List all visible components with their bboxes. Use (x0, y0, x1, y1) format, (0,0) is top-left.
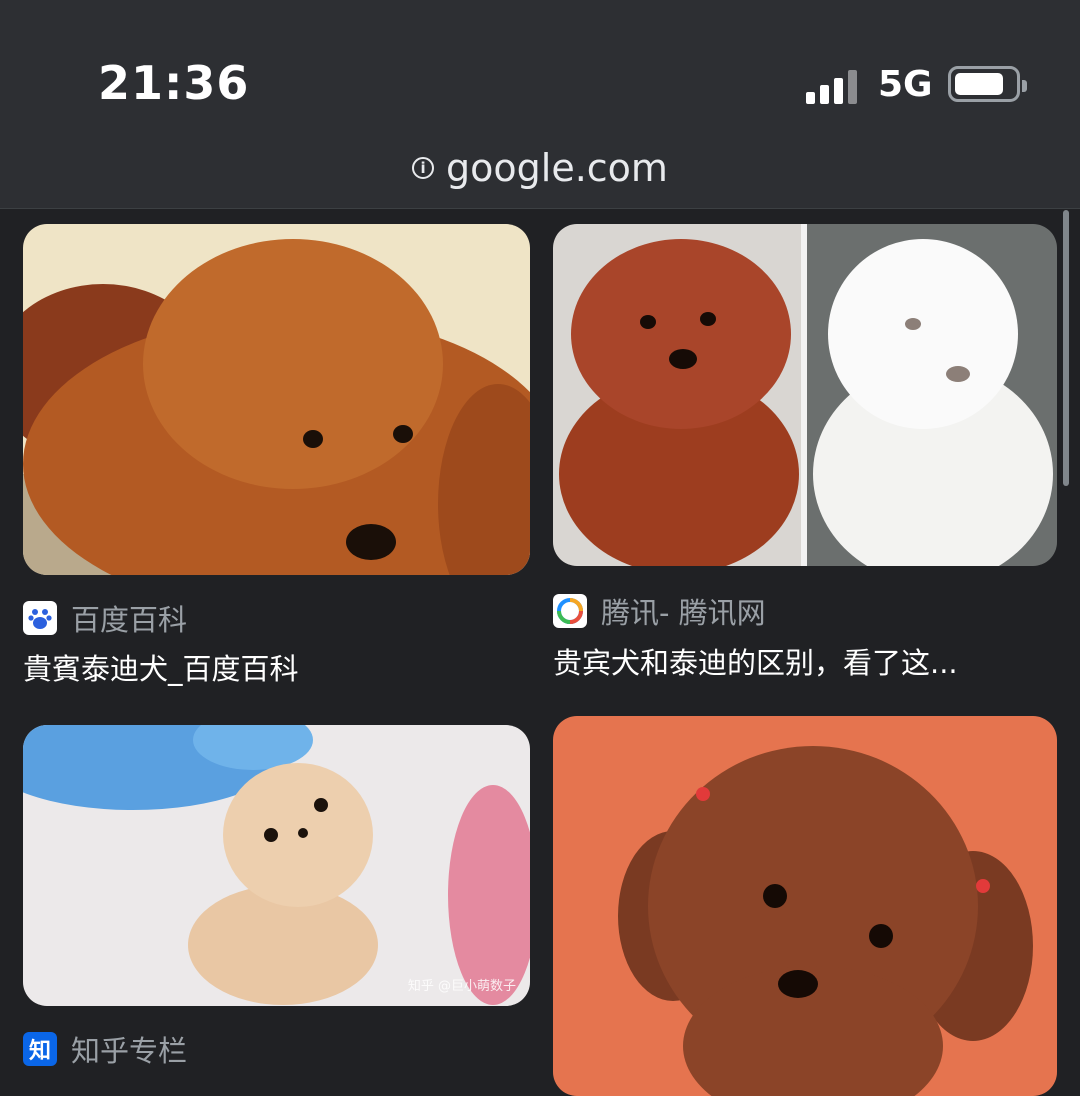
poodle-lying-image (23, 224, 530, 575)
image-watermark: 知乎 @巨小萌数子 (407, 979, 516, 994)
cream-puppy-image (23, 725, 530, 1006)
tencent-news-icon (553, 594, 587, 628)
status-time: 21:36 (98, 56, 250, 110)
result-image-3[interactable]: 知乎 @巨小萌数子 (23, 725, 530, 1006)
status-and-url-bar: 21:36 5G i google.com (0, 0, 1080, 209)
red-and-white-poodle-image (553, 224, 1057, 566)
battery-icon (948, 66, 1027, 102)
source-label: 知乎专栏 (71, 1034, 188, 1068)
cellular-signal-icon (806, 70, 862, 104)
result-title-1[interactable]: 貴賓泰迪犬_百度百科 (23, 646, 523, 688)
result-image-2[interactable] (553, 224, 1057, 566)
source-label: 腾讯- 腾讯网 (601, 596, 766, 630)
network-type: 5G (878, 64, 933, 105)
site-info-icon[interactable]: i (412, 157, 435, 179)
address-bar[interactable]: i google.com (0, 140, 1080, 196)
result-source-1[interactable]: 百度百科 (23, 597, 187, 639)
result-image-1[interactable] (23, 224, 530, 575)
zhihu-icon: 知 (23, 1032, 57, 1066)
url-text: google.com (446, 146, 668, 190)
source-label: 百度百科 (71, 603, 188, 637)
brown-poodle-orange-bg-image (553, 716, 1057, 1096)
scrollbar[interactable] (1063, 210, 1069, 486)
result-source-3[interactable]: 知 知乎专栏 (23, 1028, 187, 1070)
baidu-icon (23, 601, 57, 635)
result-source-2[interactable]: 腾讯- 腾讯网 (553, 590, 766, 632)
result-image-4[interactable] (553, 716, 1057, 1096)
result-title-2[interactable]: 贵宾犬和泰迪的区别，看了这... (553, 640, 1053, 682)
